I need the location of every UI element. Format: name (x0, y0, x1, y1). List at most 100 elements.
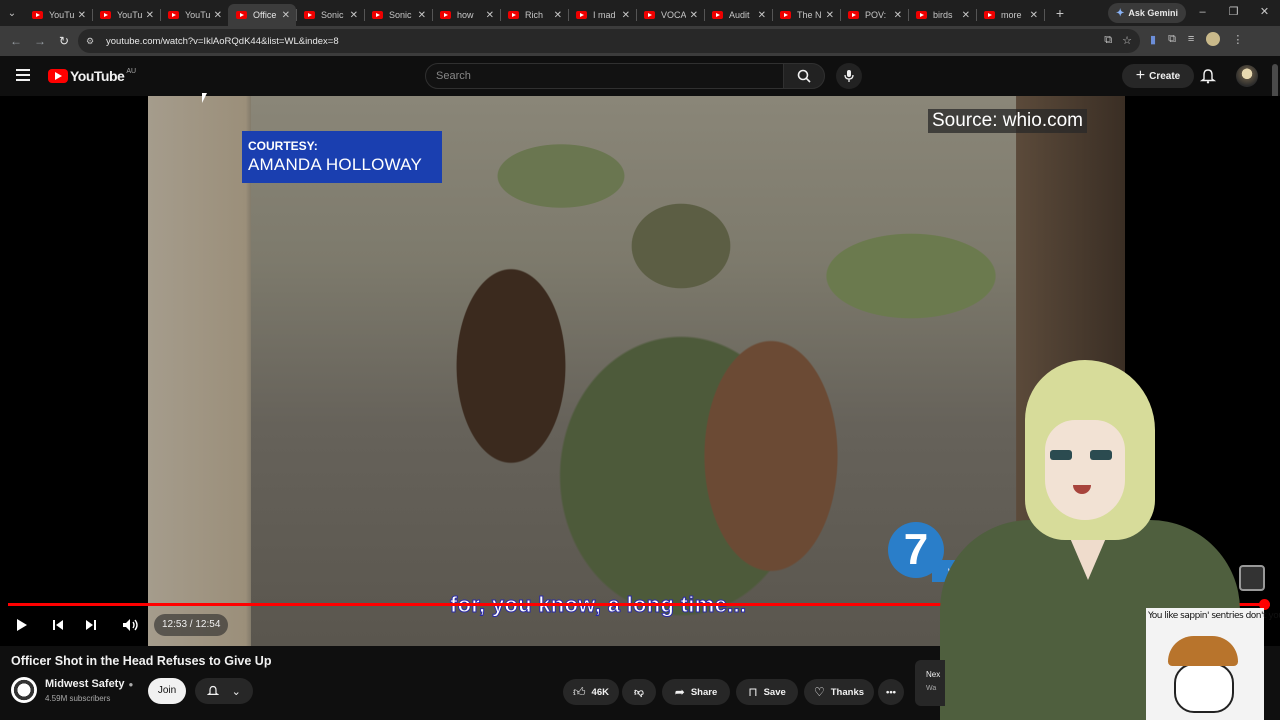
channel-name[interactable]: Midwest Safety (45, 678, 124, 690)
tab-close-icon[interactable]: ✕ (486, 10, 494, 21)
share-button[interactable]: ➦ Share (662, 679, 730, 705)
thanks-label: Thanks (830, 686, 865, 698)
more-dots-icon: ••• (886, 686, 896, 698)
browser-tab[interactable]: Rich ✕ (500, 4, 569, 26)
bell-icon (207, 685, 220, 695)
profile-avatar[interactable] (1206, 32, 1221, 46)
like-button[interactable]: 👍︎ 46K (563, 679, 619, 705)
time-display: 12:53 / 12:54 (154, 614, 229, 636)
browser-tab[interactable]: YouTu ✕ (160, 4, 229, 26)
volume-button[interactable] (121, 616, 141, 634)
tab-close-icon[interactable]: ✕ (758, 10, 766, 21)
search-input[interactable] (436, 70, 783, 82)
tab-close-icon[interactable]: ✕ (350, 10, 358, 21)
address-bar[interactable]: ⚙ youtube.com/watch?v=IklAoRQdK44&list=W… (78, 29, 1140, 53)
channel-avatar[interactable] (11, 677, 37, 703)
channel-7-logo: 7 (888, 522, 944, 578)
stats-extension-icon[interactable]: ▮ (1150, 33, 1156, 46)
tab-close-icon[interactable]: ✕ (554, 10, 562, 21)
close-window-icon[interactable]: ✕ (1249, 0, 1280, 26)
ask-gemini-button[interactable]: ✦ Ask Gemini (1108, 3, 1186, 23)
bookmark-star-icon[interactable]: ☆ (1122, 34, 1132, 47)
tab-close-icon[interactable]: ✕ (214, 10, 222, 21)
media-control-icon[interactable]: ≡ (1188, 33, 1194, 45)
restore-icon[interactable]: ❐ (1218, 0, 1249, 26)
browser-toolbar: ← → ↻ ⚙ youtube.com/watch?v=IklAoRQdK44&… (0, 26, 1280, 56)
tab-close-icon[interactable]: ✕ (418, 10, 426, 21)
join-button[interactable]: Join (148, 678, 186, 704)
notifications-bell-icon[interactable] (1200, 68, 1216, 84)
share-icon: ➦ (674, 685, 685, 699)
tab-close-icon[interactable]: ✕ (962, 10, 970, 21)
create-button[interactable]: + Create (1122, 64, 1194, 88)
tab-close-icon[interactable]: ✕ (622, 10, 630, 21)
minimize-icon[interactable]: – (1187, 0, 1218, 26)
youtube-logo[interactable]: YouTube AU (48, 68, 136, 84)
browser-tab[interactable]: YouTu ✕ (92, 4, 161, 26)
overlay-badge-icon (1239, 565, 1265, 591)
tab-close-icon[interactable]: ✕ (78, 10, 86, 21)
next-sub: Wa (926, 685, 937, 692)
youtube-favicon-icon (440, 11, 451, 19)
tab-close-icon[interactable]: ✕ (146, 10, 154, 21)
youtube-favicon-icon (916, 11, 927, 19)
dislike-button[interactable]: 👎︎ (622, 679, 656, 705)
channel-name-row[interactable]: Midwest Safety ● (45, 678, 133, 690)
previous-icon (53, 620, 63, 630)
tab-close-icon[interactable]: ✕ (282, 10, 290, 21)
tab-close-icon[interactable]: ✕ (690, 10, 698, 21)
install-app-icon[interactable]: ⧉ (1104, 34, 1112, 47)
browser-tab[interactable]: I mad ✕ (568, 4, 637, 26)
tab-label: birds (933, 10, 953, 20)
thanks-heart-icon: ♡ (813, 685, 825, 699)
browser-tab[interactable]: more ✕ (976, 4, 1045, 26)
previous-button[interactable] (50, 616, 66, 634)
browser-tab[interactable]: Audit ✕ (704, 4, 773, 26)
search-button[interactable] (783, 63, 825, 89)
youtube-favicon-icon (236, 11, 247, 19)
browser-tab[interactable]: how ✕ (432, 4, 501, 26)
next-label: Nex (926, 670, 941, 679)
tab-label: Rich (525, 10, 544, 20)
tab-close-icon[interactable]: ✕ (826, 10, 834, 21)
browser-tab[interactable]: Office ✕ (228, 4, 297, 26)
new-tab-button[interactable]: + (1050, 5, 1070, 21)
account-avatar[interactable] (1236, 65, 1258, 87)
hamburger-menu-icon[interactable] (16, 69, 30, 81)
mouse-cursor (202, 93, 207, 103)
more-actions-button[interactable]: ••• (878, 679, 904, 705)
play-button[interactable] (14, 616, 30, 634)
tab-close-icon[interactable]: ✕ (1030, 10, 1038, 21)
browser-tab[interactable]: VOCA ✕ (636, 4, 705, 26)
subscription-bell-button[interactable]: ⌄ (195, 678, 253, 704)
tab-label: Sonic (321, 10, 344, 20)
browser-tab[interactable]: Sonic ✕ (364, 4, 433, 26)
browser-tab[interactable]: POV: ✕ (840, 4, 909, 26)
thanks-button[interactable]: ♡ Thanks (804, 679, 874, 705)
next-video-card[interactable]: Nex Wa (915, 660, 945, 706)
site-info-icon[interactable]: ⚙ (86, 36, 98, 46)
browser-tab[interactable]: birds ✕ (908, 4, 977, 26)
browser-tab[interactable]: Sonic ✕ (296, 4, 365, 26)
tab-label: YouTu (117, 10, 142, 20)
tab-close-icon[interactable]: ✕ (894, 10, 902, 21)
window-controls: – ❐ ✕ (1187, 0, 1280, 26)
extensions-puzzle-icon[interactable]: ⧉ (1168, 33, 1176, 46)
browser-tab[interactable]: YouTu ✕ (24, 4, 93, 26)
next-button[interactable] (83, 616, 99, 634)
search-box (425, 63, 784, 89)
back-icon[interactable]: ← (4, 34, 28, 48)
youtube-favicon-icon (372, 11, 383, 19)
voice-search-button[interactable] (836, 63, 862, 89)
forward-icon[interactable]: → (28, 34, 52, 48)
browser-tab[interactable]: The N ✕ (772, 4, 841, 26)
youtube-favicon-icon (508, 11, 519, 19)
reload-icon[interactable]: ↻ (52, 34, 76, 48)
tab-search-icon[interactable]: ⌄ (0, 0, 24, 26)
extension-icons: ▮ ⧉ ≡ ⋮ (1150, 32, 1243, 46)
browser-menu-icon[interactable]: ⋮ (1232, 33, 1243, 46)
tab-label: Office (253, 10, 277, 20)
youtube-favicon-icon (712, 11, 723, 19)
save-button[interactable]: ⊓ Save (736, 679, 798, 705)
thumbs-down-icon: 👎︎ (634, 687, 644, 698)
